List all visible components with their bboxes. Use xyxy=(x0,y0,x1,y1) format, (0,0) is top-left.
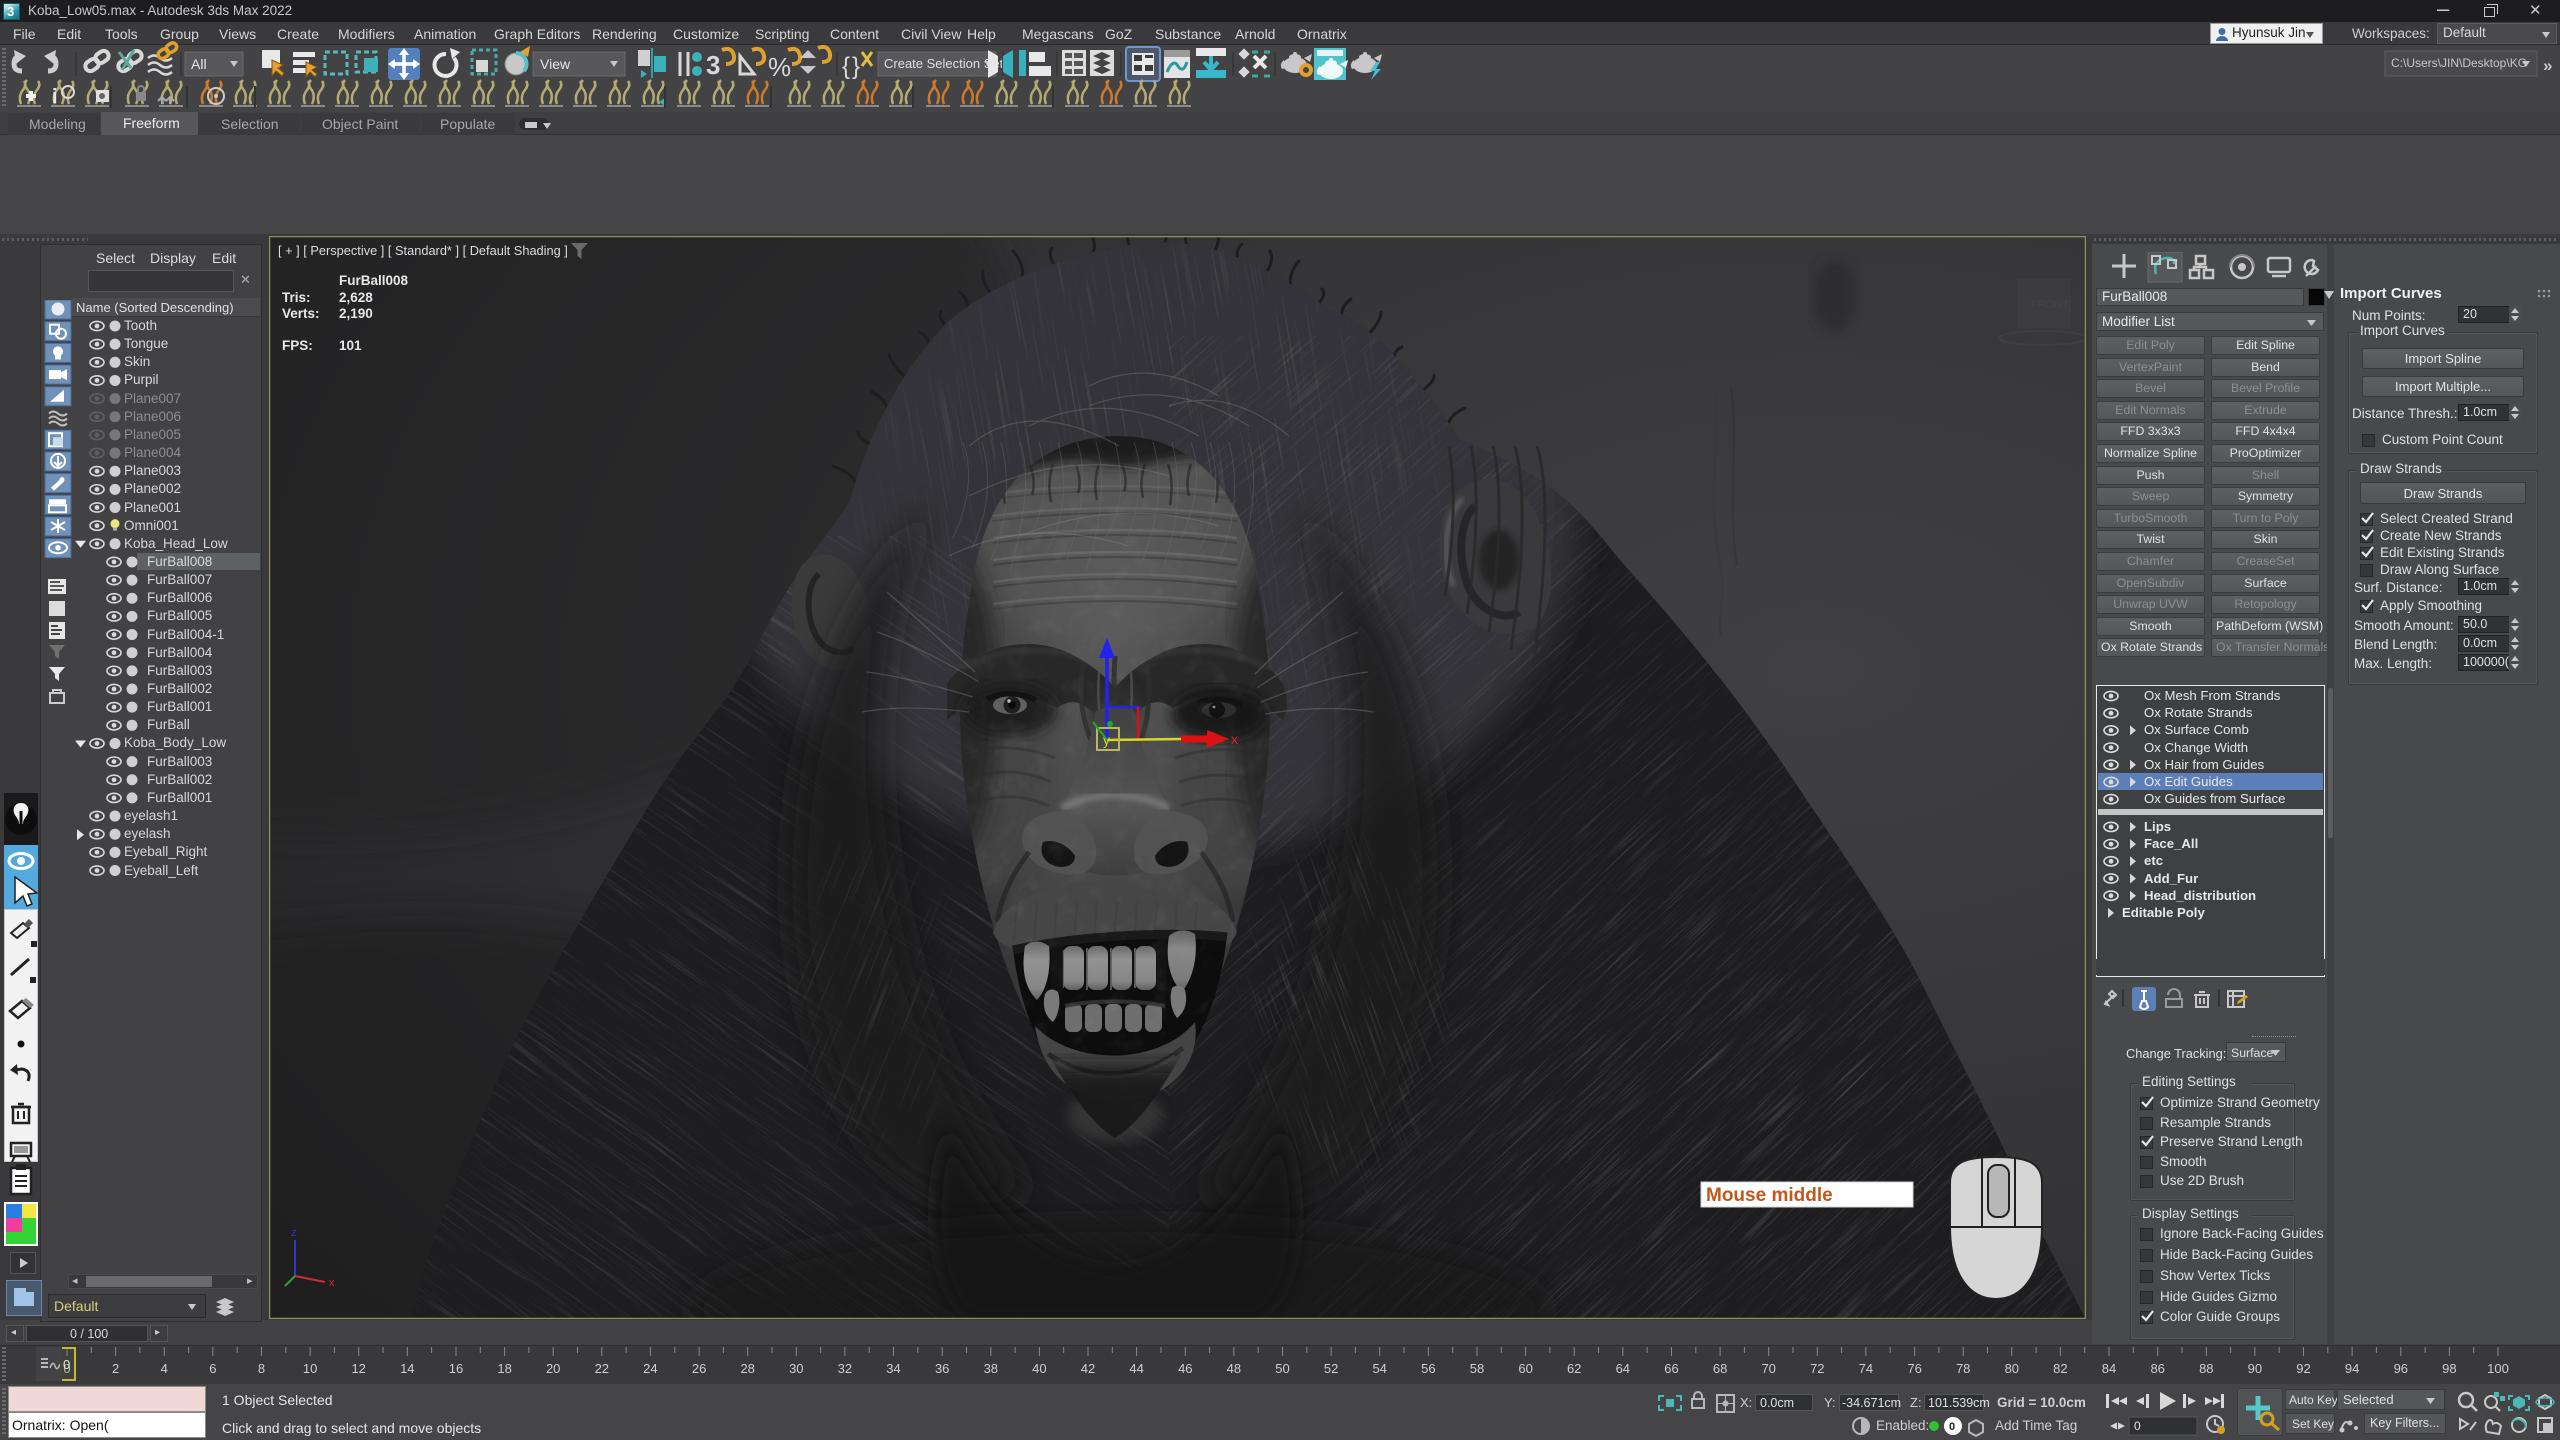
svg-text:FPS:: FPS: xyxy=(282,338,313,353)
svg-text:2,190: 2,190 xyxy=(339,306,373,321)
svg-text:x: x xyxy=(1231,731,1238,747)
svg-text:Tris:: Tris: xyxy=(282,290,311,305)
svg-text:FurBall008: FurBall008 xyxy=(339,273,409,288)
svg-text:FRONT: FRONT xyxy=(2031,299,2069,311)
svg-text:x: x xyxy=(329,1277,335,1289)
svg-text:z: z xyxy=(291,1227,297,1239)
svg-text:Verts:: Verts: xyxy=(282,306,320,321)
svg-text:2,628: 2,628 xyxy=(339,290,373,305)
svg-text:Mouse middle: Mouse middle xyxy=(1706,1185,1833,1206)
svg-text:[ + ] [ Perspective ] [ Standa: [ + ] [ Perspective ] [ Standard* ] [ De… xyxy=(278,243,568,258)
svg-text:101: 101 xyxy=(339,338,362,353)
